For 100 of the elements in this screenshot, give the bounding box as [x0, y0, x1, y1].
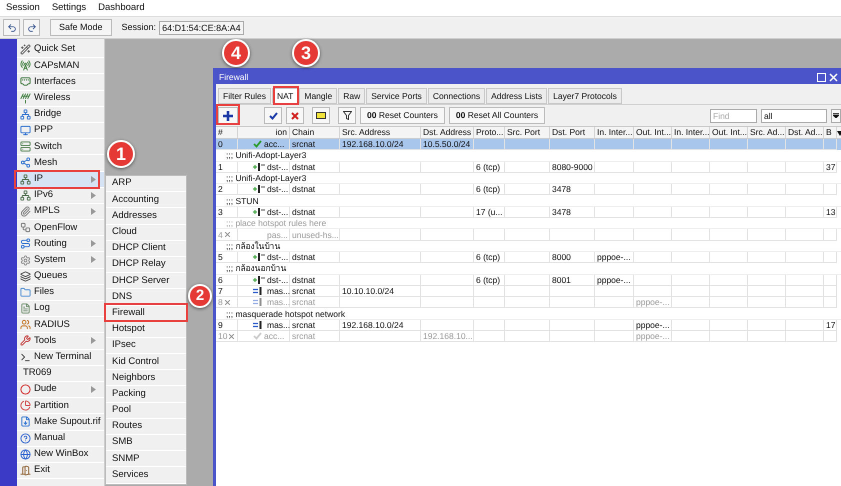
- table-cell: 5: [218, 252, 223, 262]
- column-header[interactable]: In. Inter...: [595, 127, 634, 138]
- add-button[interactable]: [218, 107, 238, 124]
- reset-all-counters-button[interactable]: 00 Reset All Counters: [448, 107, 546, 124]
- sidebar-item[interactable]: OpenFlow: [17, 220, 104, 236]
- tab[interactable]: Layer7 Protocols: [548, 88, 622, 104]
- submenu-item[interactable]: Neighbors: [106, 370, 186, 386]
- column-header[interactable]: Dst. Ad...: [786, 127, 824, 138]
- sidebar-item[interactable]: Interfaces: [17, 74, 104, 91]
- submenu-item[interactable]: Routes: [106, 418, 186, 435]
- table-cell: 4: [218, 230, 223, 240]
- tab[interactable]: Connections: [428, 88, 486, 104]
- table-cell: pppoe-...: [595, 252, 634, 264]
- disable-button[interactable]: [286, 107, 304, 124]
- tab[interactable]: Address Lists: [486, 88, 548, 104]
- sidebar-item[interactable]: TR069: [17, 366, 104, 382]
- sidebar-item[interactable]: MPLS: [17, 204, 104, 220]
- sidebar-item[interactable]: New WinBox: [17, 446, 104, 463]
- filter-select[interactable]: all: [761, 108, 827, 122]
- share-icon: [20, 157, 31, 168]
- column-header[interactable]: Proto...: [474, 127, 505, 138]
- table-row[interactable]: 0 acc... srcnat 192.168.10.0/24 10.5.50.0/24: [216, 139, 841, 150]
- table-cell: dst-...: [267, 274, 288, 285]
- close-icon[interactable]: [829, 72, 838, 82]
- submenu-item[interactable]: Packing: [106, 386, 186, 403]
- submenu-item[interactable]: IPsec: [106, 338, 186, 354]
- table-cell: acc...: [264, 139, 284, 150]
- reset-counters-button[interactable]: 00 Reset Counters: [360, 107, 445, 124]
- undo-button[interactable]: [3, 19, 20, 36]
- sidebar-item[interactable]: System: [17, 252, 104, 269]
- column-header[interactable]: ion: [238, 127, 290, 138]
- submenu-item[interactable]: Hotspot: [106, 322, 186, 338]
- column-header[interactable]: Src. Ad...: [748, 127, 786, 138]
- enable-button[interactable]: [264, 107, 282, 124]
- column-header[interactable]: Chain: [290, 127, 340, 138]
- tab[interactable]: Mangle: [299, 88, 338, 104]
- sidebar-item[interactable]: Make Supout.rif: [17, 414, 104, 430]
- sidebar-item[interactable]: Bridge: [17, 106, 104, 123]
- find-field[interactable]: Find: [710, 108, 757, 122]
- sidebar-item[interactable]: Log: [17, 301, 104, 318]
- sidebar-item[interactable]: Tools: [17, 333, 104, 350]
- sidebar-item[interactable]: Wireless: [17, 90, 104, 107]
- sidebar-item[interactable]: Manual: [17, 430, 104, 447]
- sidebar-item[interactable]: Files: [17, 284, 104, 301]
- sidebar-item[interactable]: IP: [17, 172, 104, 188]
- table-row[interactable]: 1 dst-... dstnat 6 (tcp) 8080-9000 37: [216, 162, 841, 173]
- comment-button[interactable]: [312, 107, 330, 124]
- maximize-icon[interactable]: [817, 72, 826, 82]
- note-icon: [316, 112, 326, 119]
- submenu-item[interactable]: DHCP Server: [106, 273, 186, 290]
- redo-button[interactable]: [23, 19, 40, 36]
- submenu-item[interactable]: DHCP Relay: [106, 256, 186, 274]
- plus-bar-icon: [253, 185, 265, 194]
- column-header[interactable]: #: [216, 127, 238, 138]
- column-header[interactable]: In. Inter...: [672, 127, 710, 138]
- table-cell: 10.5.50.0/24: [421, 139, 474, 150]
- sidebar-item[interactable]: Partition: [17, 398, 104, 414]
- filter-button[interactable]: [338, 107, 356, 124]
- sidebar-item[interactable]: Queues: [17, 268, 104, 285]
- menu-item[interactable]: Dashboard: [98, 0, 145, 16]
- submenu-item[interactable]: SMB: [106, 435, 186, 452]
- submenu-item[interactable]: Addresses: [106, 208, 186, 225]
- submenu-item[interactable]: Pool: [106, 402, 186, 419]
- sidebar-item[interactable]: CAPsMAN: [17, 58, 104, 74]
- tab[interactable]: Service Ports: [366, 88, 427, 104]
- redo-icon: [26, 22, 36, 32]
- submenu-item[interactable]: Cloud: [106, 224, 186, 241]
- menu-item[interactable]: Session: [6, 0, 40, 16]
- menu-item[interactable]: Settings: [52, 0, 86, 16]
- sidebar-item[interactable]: New Terminal: [17, 350, 104, 366]
- funnel-icon: [342, 111, 352, 120]
- submenu-item[interactable]: SNMP: [106, 451, 186, 468]
- sidebar-item[interactable]: Switch: [17, 139, 104, 156]
- sidebar-item[interactable]: Quick Set: [17, 42, 104, 58]
- submenu-item[interactable]: DHCP Client: [106, 240, 186, 257]
- dropdown-button[interactable]: [831, 108, 841, 122]
- submenu-item[interactable]: Services: [106, 467, 186, 484]
- comment-text: ;;; กล้องในบ้าน: [226, 240, 280, 251]
- column-header[interactable]: Out. Int...: [710, 127, 748, 138]
- safe-mode-button[interactable]: Safe Mode: [50, 19, 112, 36]
- route-icon: [20, 238, 31, 250]
- column-header[interactable]: Src. Port: [505, 127, 550, 138]
- monitor-icon: [20, 125, 31, 136]
- caret-icon: [833, 113, 839, 118]
- tab[interactable]: Filter Rules: [218, 88, 271, 104]
- column-header[interactable]: B: [824, 127, 837, 138]
- column-header[interactable]: Dst. Address: [421, 127, 474, 138]
- submenu-item[interactable]: ARP: [106, 176, 186, 192]
- column-header[interactable]: Dst. Port: [550, 127, 595, 138]
- sidebar-item[interactable]: Dude: [17, 382, 104, 398]
- sidebar-item[interactable]: Exit: [17, 462, 104, 480]
- column-header[interactable]: Out. Int...: [634, 127, 672, 138]
- submenu-item[interactable]: Accounting: [106, 192, 186, 208]
- sidebar-item[interactable]: Routing: [17, 236, 104, 252]
- column-header[interactable]: Src. Address: [340, 127, 421, 138]
- sidebar-item[interactable]: PPP: [17, 122, 104, 140]
- submenu-item[interactable]: Kid Control: [106, 354, 186, 370]
- sidebar-item[interactable]: RADIUS: [17, 317, 104, 334]
- tab[interactable]: Raw: [338, 88, 366, 104]
- session-field[interactable]: 64:D1:54:CE:8A:A4: [159, 20, 244, 34]
